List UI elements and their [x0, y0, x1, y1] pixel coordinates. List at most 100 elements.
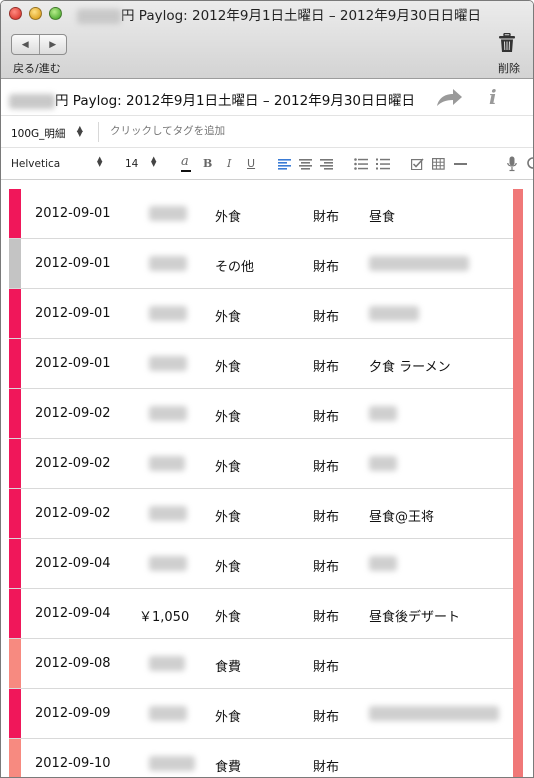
- redacted-amount: [149, 706, 187, 721]
- category-cell: 食費: [215, 660, 242, 675]
- table-row[interactable]: 2012-09-01 外食 財布: [9, 289, 513, 339]
- redacted-amount: [149, 206, 187, 221]
- forward-button[interactable]: ▶: [38, 35, 67, 54]
- color-underline: [181, 170, 191, 172]
- redacted-amount: [149, 456, 185, 471]
- wallet-cell: 財布: [313, 310, 340, 325]
- category-color-swatch: [9, 189, 21, 238]
- font-family-chevron-icon[interactable]: ▲ ▼: [97, 156, 102, 169]
- wallet-cell: 財布: [313, 210, 340, 225]
- redacted-text: [9, 93, 55, 109]
- table-row[interactable]: 2012-09-04 外食 財布: [9, 539, 513, 589]
- category-cell: 外食: [215, 610, 242, 625]
- category-cell: 外食: [215, 510, 242, 525]
- window-toolbar: 円 Paylog: 2012年9月1日土曜日 – 2012年9月30日日曜日 ◀…: [1, 1, 533, 79]
- redacted-amount: [149, 406, 187, 421]
- wallet-cell: 財布: [313, 460, 340, 475]
- date-cell: 2012-09-01: [35, 256, 111, 271]
- close-window-button[interactable]: [9, 7, 22, 20]
- delete-label: 削除: [498, 62, 520, 75]
- category-cell: その他: [215, 260, 255, 275]
- note-title-text: 円 Paylog: 2012年9月1日土曜日 – 2012年9月30日日曜日: [55, 93, 415, 109]
- font-size-select[interactable]: 14: [125, 158, 138, 170]
- redacted-memo: [369, 706, 499, 721]
- memo-cell: 昼食@王将: [369, 510, 435, 525]
- category-cell: 外食: [215, 310, 242, 325]
- text-color-icon: a: [181, 154, 189, 169]
- table-row[interactable]: 2012-09-02 外食 財布: [9, 439, 513, 489]
- table-row[interactable]: 2012-09-01 外食 財布 昼食: [9, 189, 513, 239]
- attachment-icon[interactable]: [527, 157, 534, 171]
- category-color-swatch: [9, 739, 21, 777]
- table-row[interactable]: 2012-09-02 外食 財布 昼食@王将: [9, 489, 513, 539]
- date-cell: 2012-09-01: [35, 356, 111, 371]
- align-center-icon[interactable]: [299, 159, 312, 170]
- table-row[interactable]: 2012-09-04 ￥1,050 外食 財布 昼食後デザート: [9, 589, 513, 639]
- info-icon[interactable]: i: [489, 85, 497, 109]
- note-body-table[interactable]: 2012-09-01 外食 財布 昼食 2012-09-01 その他 財布 2012-09-0…: [1, 181, 533, 777]
- wallet-cell: 財布: [313, 710, 340, 725]
- text-color-button[interactable]: a: [181, 155, 191, 172]
- redacted-text: [77, 8, 121, 24]
- redacted-amount: [149, 356, 187, 371]
- window-title-text: 円 Paylog: 2012年9月1日土曜日 – 2012年9月30日日曜日: [121, 8, 481, 24]
- tag-input[interactable]: [110, 125, 310, 137]
- bulleted-list-icon[interactable]: [354, 158, 368, 170]
- forward-arrow-icon: ▶: [49, 39, 57, 50]
- italic-button[interactable]: I: [227, 157, 231, 170]
- font-size-chevron-icon[interactable]: ▲ ▼: [151, 156, 156, 169]
- date-cell: 2012-09-09: [35, 706, 111, 721]
- checkbox-icon[interactable]: [411, 158, 424, 170]
- trash-icon: [499, 32, 515, 52]
- window-controls: [9, 7, 62, 20]
- category-color-swatch: [9, 389, 21, 438]
- redacted-amount: [149, 756, 195, 771]
- bold-button[interactable]: B: [203, 157, 212, 170]
- table-row[interactable]: 2012-09-01 その他 財布: [9, 239, 513, 289]
- category-color-swatch: [9, 239, 21, 288]
- category-cell: 外食: [215, 360, 242, 375]
- table-icon[interactable]: [432, 158, 445, 170]
- wallet-cell: 財布: [313, 260, 340, 275]
- note-title[interactable]: 円 Paylog: 2012年9月1日土曜日 – 2012年9月30日日曜日: [9, 89, 415, 109]
- category-cell: 外食: [215, 560, 242, 575]
- category-cell: 食費: [215, 760, 242, 775]
- table-row[interactable]: 2012-09-01 外食 財布 夕食 ラーメン: [9, 339, 513, 389]
- redacted-memo: [369, 456, 397, 471]
- underline-icon: U: [247, 157, 256, 170]
- numbered-list-icon[interactable]: [376, 158, 390, 170]
- underline-button[interactable]: U: [247, 157, 255, 170]
- horizontal-rule-icon[interactable]: [454, 163, 467, 165]
- table-row[interactable]: 2012-09-09 外食 財布: [9, 689, 513, 739]
- table-row[interactable]: 2012-09-10 食費 財布: [9, 739, 513, 777]
- bold-icon: B: [203, 157, 213, 170]
- redacted-amount: [149, 306, 187, 321]
- memo-cell: 昼食後デザート: [369, 610, 461, 625]
- date-cell: 2012-09-08: [35, 656, 111, 671]
- align-right-icon[interactable]: [320, 159, 333, 170]
- category-color-swatch: [9, 689, 21, 738]
- date-cell: 2012-09-02: [35, 406, 111, 421]
- redacted-amount: [149, 556, 187, 571]
- share-icon[interactable]: [435, 88, 463, 108]
- back-forward-label: 戻る/進む: [13, 62, 61, 75]
- table-row[interactable]: 2012-09-02 外食 財布: [9, 389, 513, 439]
- redacted-memo: [369, 256, 469, 271]
- delete-button[interactable]: [493, 32, 521, 57]
- wallet-cell: 財布: [313, 610, 340, 625]
- redacted-amount: [149, 256, 187, 271]
- date-cell: 2012-09-01: [35, 206, 111, 221]
- align-left-icon[interactable]: [278, 159, 291, 170]
- up-down-chevron-icon: ▲ ▼: [76, 124, 83, 138]
- notebook-name: 100G_明細: [11, 128, 66, 140]
- microphone-icon[interactable]: [507, 156, 517, 172]
- notebook-selector[interactable]: 100G_明細 ▲ ▼: [11, 124, 83, 141]
- table-row[interactable]: 2012-09-08 食費 財布: [9, 639, 513, 689]
- font-family-select[interactable]: Helvetica: [11, 158, 60, 170]
- category-cell: 外食: [215, 710, 242, 725]
- back-button[interactable]: ◀: [12, 35, 39, 54]
- back-forward-control: ◀ ▶: [11, 34, 67, 55]
- zoom-window-button[interactable]: [49, 7, 62, 20]
- minimize-window-button[interactable]: [29, 7, 42, 20]
- category-color-swatch: [9, 439, 21, 488]
